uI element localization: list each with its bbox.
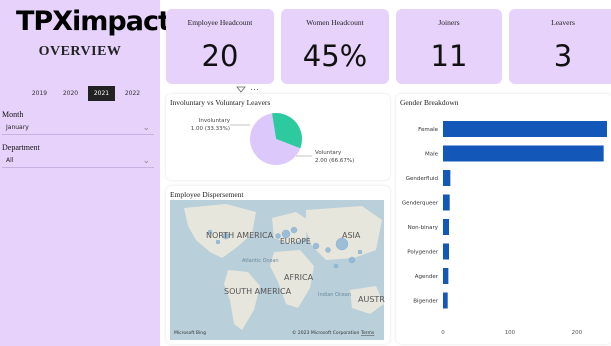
- year-2021-button[interactable]: 2021: [88, 86, 115, 101]
- x-tick-label: 200: [572, 330, 583, 336]
- world-map[interactable]: NORTH AMERICA EUROPE ASIA AFRICA SOUTH A…: [166, 186, 390, 344]
- label-indian: Indian Ocean: [318, 292, 351, 298]
- kpi-card-employee-headcount: Employee Headcount 20: [166, 9, 274, 84]
- year-2022-button[interactable]: 2022: [119, 86, 146, 101]
- pie-panel: Involuntary vs Voluntary Leavers Involun…: [166, 94, 390, 180]
- x-tick-label: 100: [505, 330, 516, 336]
- bar-bigender[interactable]: [443, 292, 448, 309]
- kpi-value: 11: [430, 39, 468, 73]
- category-label: Genderqueer: [402, 201, 439, 207]
- filter-icon[interactable]: [236, 86, 246, 94]
- category-label: Polygender: [407, 250, 439, 256]
- year-2020-button[interactable]: 2020: [57, 86, 84, 101]
- bar-polygender[interactable]: [443, 243, 450, 260]
- category-label: Bigender: [413, 299, 439, 305]
- chevron-down-icon: ⌄: [142, 122, 150, 132]
- category-label: Genderfluid: [406, 176, 438, 182]
- page-title: OVERVIEW: [38, 44, 122, 59]
- department-value: All: [6, 157, 14, 164]
- map-copyright: © 2023 Microsoft Corporation: [292, 329, 359, 336]
- kpi-title: Employee Headcount: [187, 18, 253, 27]
- chevron-down-icon: ⌄: [142, 155, 150, 165]
- category-label: Male: [425, 152, 439, 158]
- bar-genderfluid[interactable]: [443, 170, 451, 186]
- label-north-america: NORTH AMERICA: [206, 231, 274, 240]
- pie-label-involuntary-name: Involuntary: [199, 118, 231, 124]
- year-2019-button[interactable]: 2019: [26, 86, 53, 101]
- map-attribution[interactable]: Microsoft Bing: [174, 330, 206, 336]
- kpi-title: Joiners: [438, 18, 460, 27]
- month-value: January: [6, 124, 29, 131]
- pie-label-voluntary-value: 2.00 (66.67%): [315, 158, 354, 164]
- label-atlantic: Atlantic Ocean: [242, 258, 279, 264]
- kpi-card-leavers: Leavers 3: [509, 9, 611, 84]
- kpi-title: Leavers: [551, 18, 575, 27]
- kpi-value: 3: [553, 39, 573, 73]
- category-label: Non-binary: [408, 225, 439, 231]
- bar-female[interactable]: [443, 121, 607, 137]
- map-panel: Employee Dispersement NORTH AMERICA EURO…: [166, 186, 390, 344]
- pie-label-involuntary-value: 1.00 (33.33%): [191, 126, 230, 132]
- category-label: Female: [418, 127, 439, 133]
- label-australia: AUSTR: [358, 295, 385, 304]
- month-dropdown[interactable]: January ⌄: [2, 122, 154, 135]
- month-label: Month: [2, 110, 24, 119]
- kpi-title: Women Headcount: [306, 18, 364, 27]
- map-terms-link[interactable]: Terms: [360, 330, 375, 336]
- gender-bar-chart: Female Male Genderfluid Genderqueer Non-bina…: [402, 121, 607, 336]
- x-tick-label: 0: [441, 330, 445, 336]
- kpi-card-joiners: Joiners 11: [396, 9, 502, 84]
- kpi-card-women-headcount: Women Headcount 45%: [281, 9, 389, 84]
- department-dropdown[interactable]: All ⌄: [2, 155, 154, 168]
- year-slicer: 2019 2020 2021 2022: [26, 86, 150, 101]
- category-label: Agender: [415, 274, 439, 280]
- label-asia: ASIA: [342, 231, 361, 240]
- label-europe: EUROPE: [280, 237, 311, 246]
- pie-chart: Involuntary 1.00 (33.33%) Voluntary 2.00…: [191, 113, 354, 165]
- sidebar: TPXimpact OVERVIEW 2019 2020 2021 2022 M…: [0, 0, 171, 346]
- bar-male[interactable]: [443, 145, 604, 162]
- gender-breakdown-panel: Gender Breakdown Female Male Genderfluid Ge…: [396, 94, 611, 344]
- bar-agender[interactable]: [443, 268, 449, 284]
- brand-logo: TPXimpact: [16, 6, 171, 37]
- more-options-icon[interactable]: ···: [250, 84, 259, 94]
- label-south-america: SOUTH AMERICA: [224, 287, 292, 296]
- bar-nonbinary[interactable]: [443, 219, 450, 235]
- label-africa: AFRICA: [284, 273, 314, 282]
- bar-genderqueer[interactable]: [443, 194, 450, 211]
- kpi-value: 20: [201, 39, 239, 73]
- department-label: Department: [2, 143, 40, 152]
- pie-label-voluntary-name: Voluntary: [315, 150, 342, 156]
- kpi-value: 45%: [302, 39, 368, 73]
